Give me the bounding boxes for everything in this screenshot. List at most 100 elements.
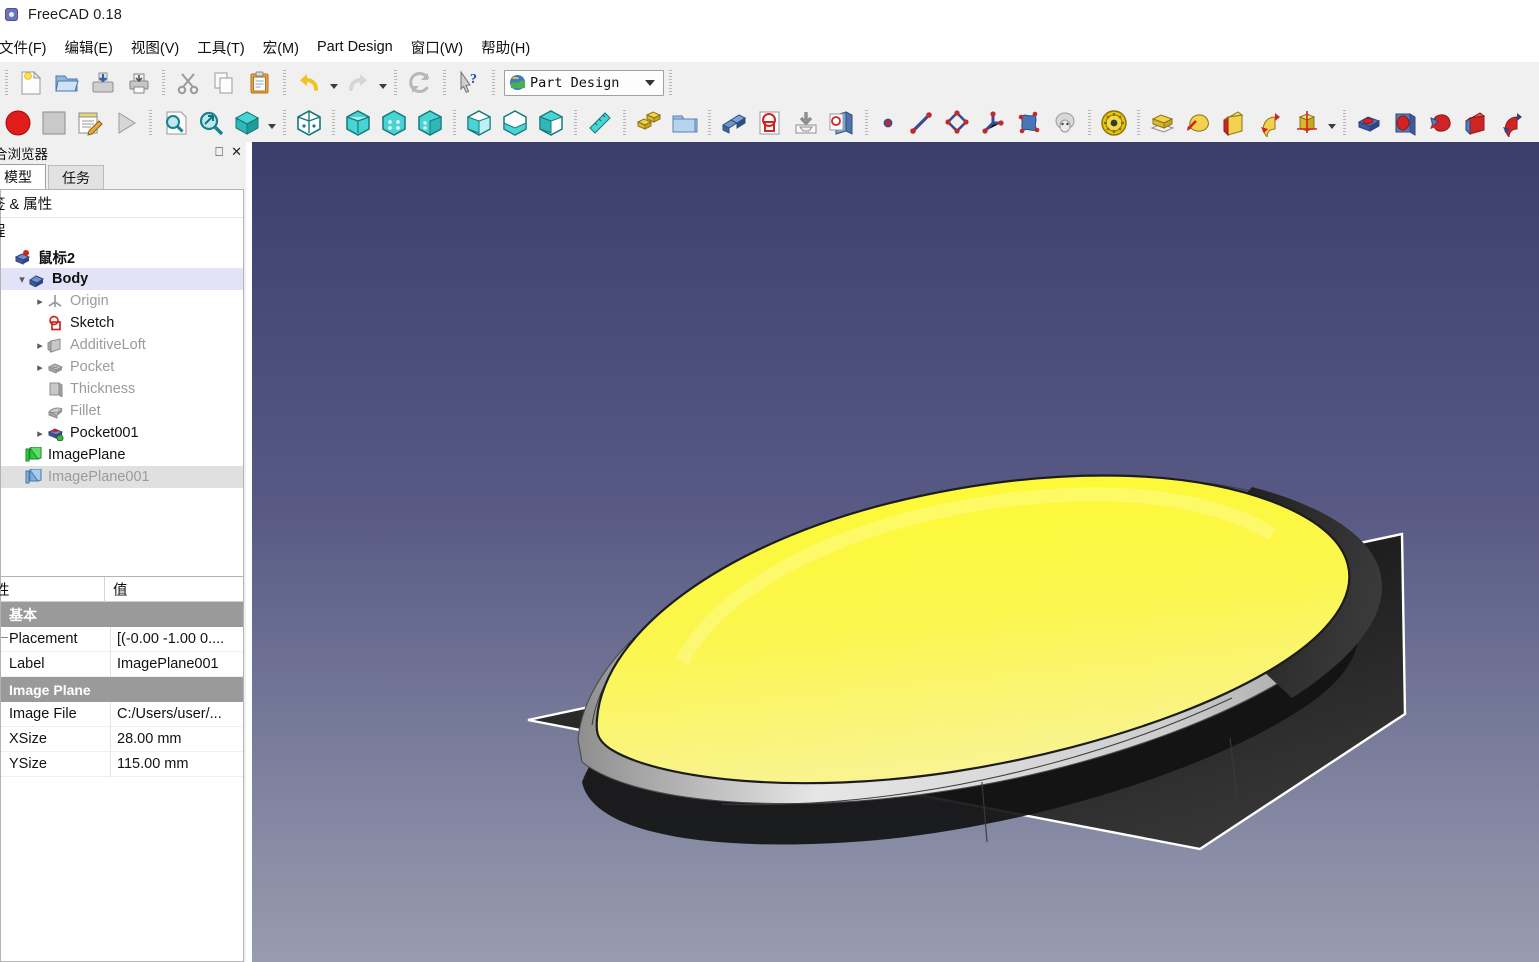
print-document-button[interactable] bbox=[121, 66, 157, 100]
property-editor[interactable]: 性 值 基本 Placement [(-0.00 -1.00 0.... Lab… bbox=[0, 576, 244, 962]
sketch-polyline-button[interactable] bbox=[939, 106, 975, 140]
redo-button[interactable] bbox=[340, 66, 376, 100]
property-row-xsize[interactable]: XSize 28.00 mm bbox=[1, 727, 243, 752]
axonometric-view-button[interactable] bbox=[229, 106, 265, 140]
toolbar-handle[interactable] bbox=[492, 69, 495, 96]
property-value[interactable]: C:/Users/user/... bbox=[111, 702, 243, 727]
whats-this-button[interactable]: ? bbox=[451, 66, 487, 100]
menu-macro[interactable]: 宏(M) bbox=[254, 34, 308, 61]
macro-stop-button[interactable] bbox=[0, 106, 36, 140]
top-view-button[interactable] bbox=[376, 106, 412, 140]
tree-twisty[interactable]: ▸ bbox=[33, 427, 47, 440]
isometric-view-button[interactable] bbox=[291, 106, 327, 140]
tree-item-imageplane001[interactable]: ImagePlane001 bbox=[1, 466, 243, 488]
tree-twisty[interactable]: ▸ bbox=[33, 339, 47, 352]
property-value[interactable]: 115.00 mm bbox=[111, 752, 243, 777]
tab-model[interactable]: 模型 bbox=[0, 164, 46, 189]
tree-twisty-expanded[interactable]: ▾ bbox=[15, 273, 29, 286]
menu-tools[interactable]: 工具(T) bbox=[188, 34, 254, 61]
copy-button[interactable] bbox=[206, 66, 242, 100]
tree-item-imageplane[interactable]: ImagePlane bbox=[1, 444, 243, 466]
refresh-button[interactable] bbox=[402, 66, 438, 100]
menu-edit[interactable]: 编辑(E) bbox=[56, 34, 122, 61]
hole-button[interactable] bbox=[1387, 106, 1423, 140]
additive-loft-button[interactable] bbox=[1217, 106, 1253, 140]
sketch-point-button[interactable] bbox=[873, 106, 903, 140]
right-view-button[interactable] bbox=[412, 106, 448, 140]
sketch-sheep-button[interactable] bbox=[1047, 106, 1083, 140]
new-document-button[interactable] bbox=[13, 66, 49, 100]
property-row-ysize[interactable]: YSize 115.00 mm bbox=[1, 752, 243, 777]
toolbar-handle[interactable] bbox=[5, 69, 8, 96]
tree-item-thickness[interactable]: Thickness bbox=[1, 378, 243, 400]
redo-dropdown-arrow[interactable] bbox=[376, 66, 389, 100]
tree-item-origin[interactable]: ▸ Origin bbox=[1, 290, 243, 312]
axonometric-dropdown-arrow[interactable] bbox=[265, 106, 278, 140]
menu-help[interactable]: 帮助(H) bbox=[472, 34, 539, 61]
menu-window[interactable]: 窗口(W) bbox=[402, 34, 472, 61]
open-document-button[interactable] bbox=[49, 66, 85, 100]
create-body-button[interactable] bbox=[716, 106, 752, 140]
macro-record-button[interactable] bbox=[36, 106, 72, 140]
measure-button[interactable] bbox=[582, 106, 618, 140]
3d-view[interactable] bbox=[252, 142, 1539, 962]
expand-icon[interactable] bbox=[1, 637, 8, 638]
close-icon[interactable]: ✕ bbox=[231, 145, 242, 159]
toolbar-handle[interactable] bbox=[669, 69, 672, 96]
tab-tasks[interactable]: 任务 bbox=[48, 165, 104, 189]
property-row-image-file[interactable]: Image File C:/Users/user/... bbox=[1, 702, 243, 727]
validate-sketch-button[interactable] bbox=[824, 106, 860, 140]
property-value[interactable]: [(-0.00 -1.00 0.... bbox=[111, 627, 243, 652]
create-part-button[interactable] bbox=[631, 106, 667, 140]
property-row-placement[interactable]: Placement [(-0.00 -1.00 0.... bbox=[1, 627, 243, 652]
tree-twisty[interactable]: ▸ bbox=[33, 361, 47, 374]
menu-file[interactable]: 文件(F) bbox=[0, 34, 56, 61]
zoom-box-button[interactable] bbox=[193, 106, 229, 140]
tree-item-document[interactable]: 鼠标2 bbox=[1, 246, 243, 268]
left-view-button[interactable] bbox=[533, 106, 569, 140]
edit-sketch-button[interactable] bbox=[788, 106, 824, 140]
property-row-label[interactable]: Label ImagePlane001 bbox=[1, 652, 243, 677]
pad-button[interactable] bbox=[1145, 106, 1181, 140]
front-view-button[interactable] bbox=[340, 106, 376, 140]
tree-item-body[interactable]: ▾ Body bbox=[1, 268, 243, 290]
subtractive-loft-button[interactable] bbox=[1459, 106, 1495, 140]
revolution-button[interactable] bbox=[1181, 106, 1217, 140]
rear-view-button[interactable] bbox=[461, 106, 497, 140]
groove-button[interactable] bbox=[1423, 106, 1459, 140]
tree-item-sketch[interactable]: Sketch bbox=[1, 312, 243, 334]
property-value[interactable]: ImagePlane001 bbox=[111, 652, 243, 677]
chevron-down-icon[interactable] bbox=[645, 79, 655, 86]
create-sketch-button[interactable] bbox=[752, 106, 788, 140]
undo-button[interactable] bbox=[291, 66, 327, 100]
tree-item-fillet[interactable]: Fillet bbox=[1, 400, 243, 422]
paste-button[interactable] bbox=[242, 66, 278, 100]
pocket-button[interactable] bbox=[1351, 106, 1387, 140]
tree-item-additiveloft[interactable]: ▸ AdditiveLoft bbox=[1, 334, 243, 356]
workbench-selector[interactable]: Part Design bbox=[504, 69, 664, 96]
cut-button[interactable] bbox=[170, 66, 206, 100]
sketch-constraint-button[interactable] bbox=[975, 106, 1011, 140]
toolbar-handle[interactable] bbox=[623, 109, 626, 136]
additive-primitive-button[interactable] bbox=[1289, 106, 1325, 140]
sketch-bspline-button[interactable] bbox=[1011, 106, 1047, 140]
bottom-view-button[interactable] bbox=[497, 106, 533, 140]
tree-twisty[interactable]: ▸ bbox=[33, 295, 47, 308]
subtractive-pipe-button[interactable] bbox=[1495, 106, 1531, 140]
sketch-gear-button[interactable] bbox=[1096, 106, 1132, 140]
menu-view[interactable]: 视图(V) bbox=[122, 34, 188, 61]
sketch-line-button[interactable] bbox=[903, 106, 939, 140]
restore-icon[interactable]: ⎕ bbox=[215, 145, 223, 159]
undo-dropdown-arrow[interactable] bbox=[327, 66, 340, 100]
property-value[interactable]: 28.00 mm bbox=[111, 727, 243, 752]
tree-item-pocket001[interactable]: ▸ Pocket001 bbox=[1, 422, 243, 444]
menu-part-design[interactable]: Part Design bbox=[308, 36, 402, 58]
save-document-button[interactable] bbox=[85, 66, 121, 100]
create-group-button[interactable] bbox=[667, 106, 703, 140]
additive-primitive-dropdown-arrow[interactable] bbox=[1325, 106, 1338, 140]
fit-all-button[interactable] bbox=[157, 106, 193, 140]
macro-execute-button[interactable] bbox=[108, 106, 144, 140]
tree-item-pocket[interactable]: ▸ Pocket bbox=[1, 356, 243, 378]
additive-pipe-button[interactable] bbox=[1253, 106, 1289, 140]
macro-edit-button[interactable] bbox=[72, 106, 108, 140]
